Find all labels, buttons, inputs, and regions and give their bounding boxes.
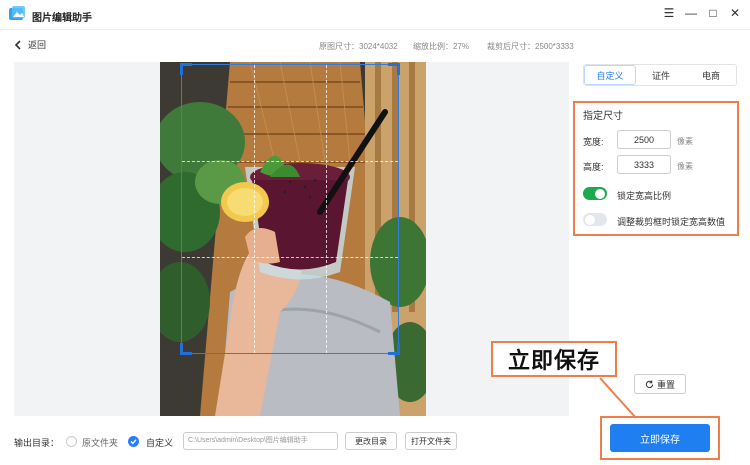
open-folder-button[interactable]: 打开文件夹 — [405, 432, 457, 450]
height-unit: 像素 — [677, 162, 693, 171]
tab-id-photo[interactable]: 证件 — [636, 65, 686, 85]
size-title: 指定尺寸 — [583, 111, 623, 122]
output-path-field[interactable]: C:\Users\admin\Desktop\图片编辑助手 — [183, 432, 338, 450]
height-label: 高度: — [583, 162, 604, 172]
grid-line — [325, 65, 327, 353]
scale-text: 缩放比例：27% — [413, 42, 470, 51]
menu-icon[interactable]: ☰ — [662, 5, 676, 21]
info-bar: 返回 原图尺寸：3024*4032 缩放比例：27% 裁剪后尺寸：2500*33… — [0, 30, 750, 60]
output-dir-label: 输出目录： — [14, 438, 60, 448]
height-input[interactable] — [617, 155, 671, 174]
radio-source-folder[interactable] — [66, 436, 77, 447]
width-input[interactable] — [617, 130, 671, 149]
close-icon[interactable]: ✕ — [728, 5, 742, 21]
reset-label: 重置 — [656, 379, 675, 390]
minimize-icon[interactable]: — — [684, 5, 698, 21]
window-controls: ☰ — □ ✕ — [662, 5, 742, 21]
width-unit: 像素 — [677, 137, 693, 146]
check-icon — [130, 439, 137, 445]
crop-frame[interactable] — [180, 63, 400, 355]
grid-line — [182, 256, 398, 258]
footer-bar: 输出目录： 原文件夹 自定义 C:\Users\admin\Desktop\图片… — [0, 416, 750, 465]
app-title: 图片编辑助手 — [32, 13, 92, 24]
change-dir-button[interactable]: 更改目录 — [345, 432, 397, 450]
source-folder-label: 原文件夹 — [82, 438, 119, 448]
size-settings: 指定尺寸 宽度: 像素 高度: 像素 锁定宽高比例 调整裁剪框时锁定宽高数值 — [573, 101, 739, 236]
grid-line — [253, 65, 255, 353]
mode-tabs: 自定义 证件 电商 — [583, 64, 737, 86]
lock-ratio-label: 锁定宽高比例 — [617, 191, 672, 201]
tab-ecommerce[interactable]: 电商 — [686, 65, 736, 85]
title-bar: 图片编辑助手 ☰ — □ ✕ — [0, 0, 750, 30]
crop-handle-bottom-right[interactable] — [388, 343, 400, 355]
crop-handle-top-left[interactable] — [180, 63, 192, 75]
chevron-left-icon — [14, 39, 21, 50]
width-label: 宽度: — [583, 137, 604, 147]
crop-handle-top-right[interactable] — [388, 63, 400, 75]
save-now-button[interactable]: 立即保存 — [610, 424, 710, 452]
adjust-lock-toggle[interactable] — [583, 213, 607, 226]
custom-label: 自定义 — [146, 438, 174, 448]
back-button[interactable]: 返回 — [14, 38, 46, 51]
cropped-size-text: 裁剪后尺寸：2500*3333 — [487, 42, 574, 51]
save-callout: 立即保存 — [491, 341, 617, 377]
refresh-icon — [645, 379, 654, 388]
lock-ratio-toggle[interactable] — [583, 187, 607, 200]
crop-handle-bottom-left[interactable] — [180, 343, 192, 355]
radio-custom[interactable] — [128, 436, 139, 447]
app-logo-icon — [9, 6, 25, 20]
tab-custom[interactable]: 自定义 — [584, 65, 636, 85]
maximize-icon[interactable]: □ — [706, 5, 720, 21]
edit-canvas — [14, 62, 569, 416]
save-highlight-box: 立即保存 — [600, 416, 720, 460]
adjust-lock-label: 调整裁剪框时锁定宽高数值 — [617, 217, 726, 227]
back-label: 返回 — [28, 40, 47, 50]
reset-button[interactable]: 重置 — [634, 374, 686, 394]
original-size-text: 原图尺寸：3024*4032 — [319, 42, 398, 51]
grid-line — [182, 160, 398, 162]
